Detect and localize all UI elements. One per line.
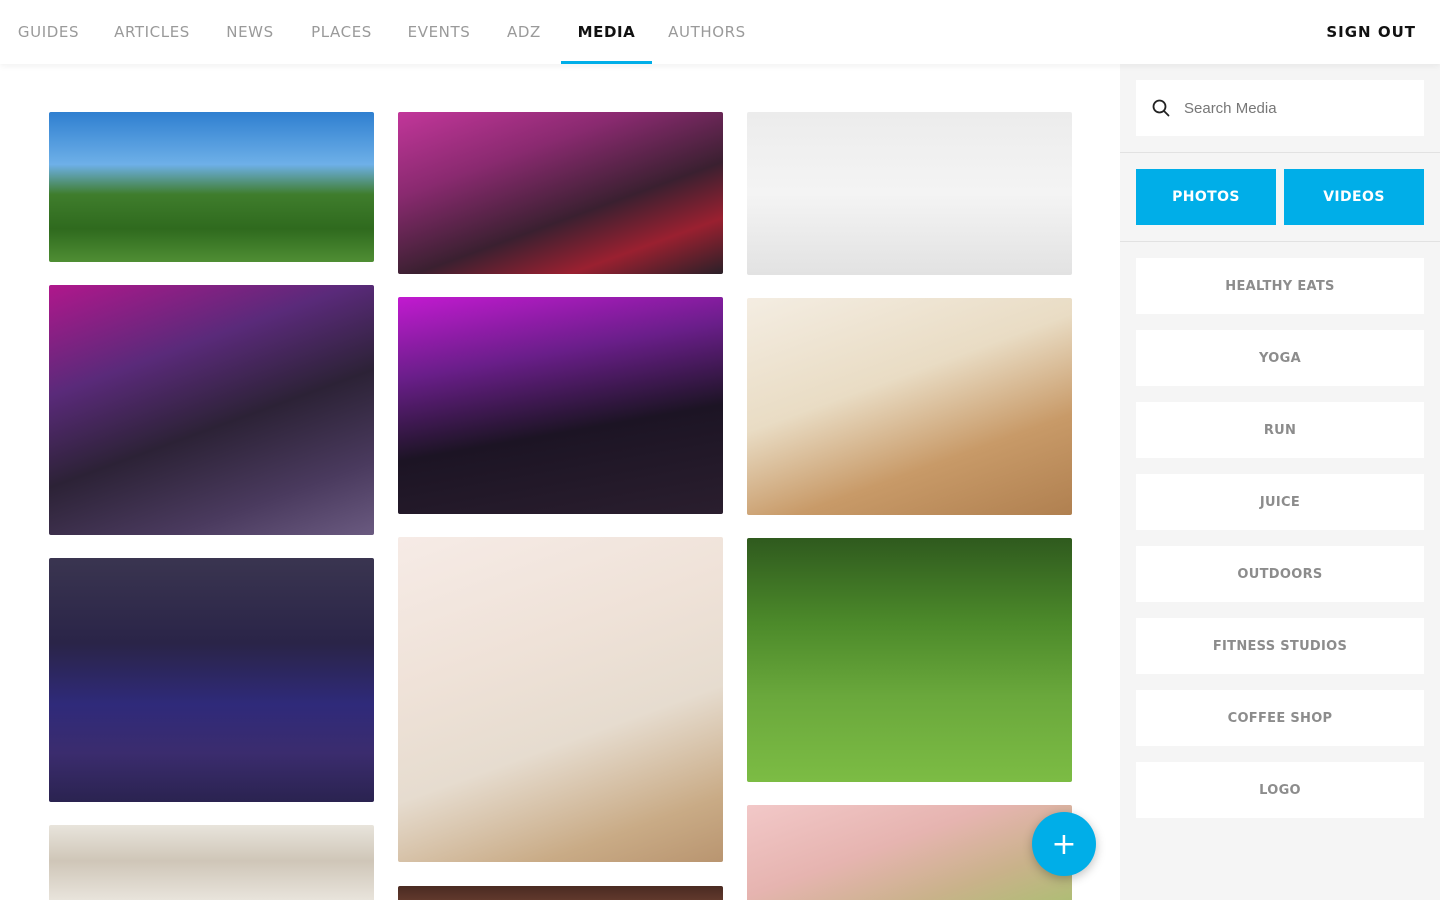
top-navigation: GUIDES ARTICLES NEWS PLACES EVENTS ADZ M…	[0, 0, 1440, 64]
sign-out-button[interactable]: SIGN OUT	[1326, 0, 1416, 64]
media-thumbnail[interactable]	[747, 298, 1072, 515]
media-thumbnail[interactable]	[747, 112, 1072, 275]
tab-news[interactable]: NEWS	[219, 0, 281, 64]
tab-authors[interactable]: AUTHORS	[664, 0, 750, 64]
media-thumbnail[interactable]	[398, 886, 723, 900]
media-thumbnail[interactable]	[49, 825, 374, 900]
category-healthy-eats[interactable]: HEALTHY EATS	[1136, 258, 1424, 314]
category-coffee-shop[interactable]: COFFEE SHOP	[1136, 690, 1424, 746]
category-fitness-studios[interactable]: FITNESS STUDIOS	[1136, 618, 1424, 674]
plus-icon: +	[1051, 826, 1077, 862]
media-gallery	[0, 64, 1120, 900]
search-input[interactable]	[1184, 99, 1404, 117]
photos-button[interactable]: PHOTOS	[1136, 169, 1276, 225]
category-juice[interactable]: JUICE	[1136, 474, 1424, 530]
category-run[interactable]: RUN	[1136, 402, 1424, 458]
category-yoga[interactable]: YOGA	[1136, 330, 1424, 386]
media-thumbnail[interactable]	[49, 285, 374, 535]
videos-button[interactable]: VIDEOS	[1284, 169, 1424, 225]
media-thumbnail[interactable]	[49, 558, 374, 802]
tab-adz[interactable]: ADZ	[503, 0, 545, 64]
search-box	[1136, 80, 1424, 136]
category-outdoors[interactable]: OUTDOORS	[1136, 546, 1424, 602]
add-media-button[interactable]: +	[1032, 812, 1096, 876]
divider	[1120, 241, 1440, 242]
media-thumbnail[interactable]	[747, 805, 1072, 900]
category-logo[interactable]: LOGO	[1136, 762, 1424, 818]
media-thumbnail[interactable]	[747, 538, 1072, 782]
media-thumbnail[interactable]	[49, 112, 374, 262]
tab-events[interactable]: EVENTS	[400, 0, 478, 64]
tab-guides[interactable]: GUIDES	[0, 0, 97, 64]
filter-sidebar: PHOTOS VIDEOS HEALTHY EATS YOGA RUN JUIC…	[1120, 64, 1440, 900]
media-thumbnail[interactable]	[398, 297, 723, 514]
tab-articles[interactable]: ARTICLES	[107, 0, 197, 64]
tab-places[interactable]: PLACES	[305, 0, 378, 64]
media-thumbnail[interactable]	[398, 112, 723, 274]
search-icon	[1152, 99, 1170, 117]
tab-media[interactable]: MEDIA	[561, 0, 652, 64]
media-thumbnail[interactable]	[398, 537, 723, 862]
divider	[1120, 152, 1440, 153]
